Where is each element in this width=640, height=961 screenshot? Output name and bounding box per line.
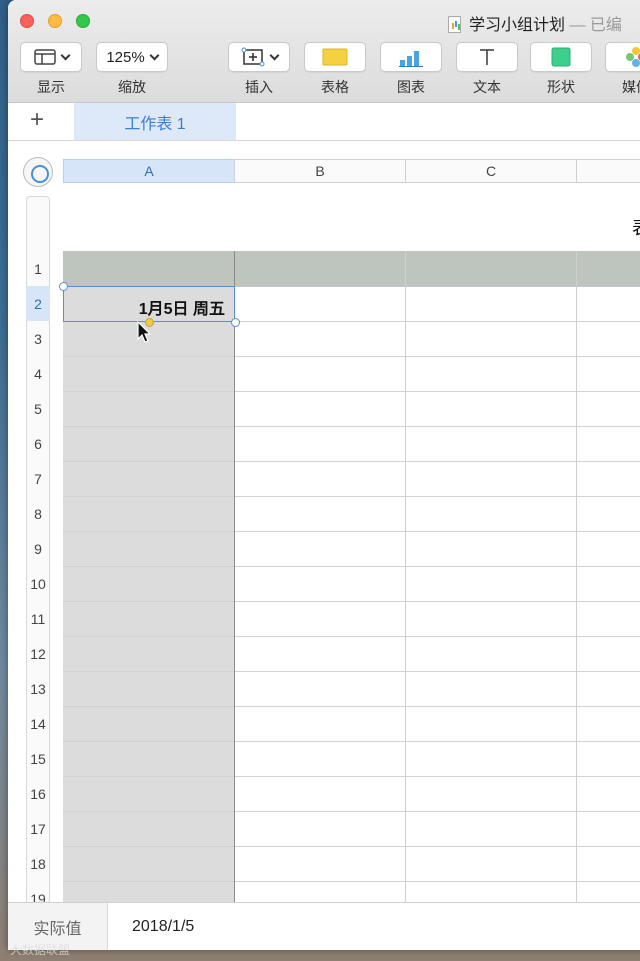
- chart-button[interactable]: [380, 42, 442, 72]
- row-header-18[interactable]: 18: [26, 846, 50, 881]
- formula-bar: 实际值 2018/1/5: [8, 902, 640, 950]
- document-name: 学习小组计划: [469, 17, 566, 34]
- row-line: [63, 741, 640, 742]
- row-header-10[interactable]: 10: [26, 566, 50, 601]
- row-header-5[interactable]: 5: [26, 391, 50, 426]
- row-line: [63, 566, 640, 567]
- shape-button[interactable]: [530, 42, 592, 72]
- column-line: [405, 251, 406, 911]
- chevron-down-icon: [60, 50, 70, 60]
- add-sheet-button[interactable]: +: [30, 108, 44, 132]
- row-header-13[interactable]: 13: [26, 671, 50, 706]
- media-button[interactable]: [605, 42, 640, 72]
- select-table-button[interactable]: [23, 157, 53, 187]
- row-header-1[interactable]: 1: [26, 251, 50, 286]
- row-header-11[interactable]: 11: [26, 601, 50, 636]
- numbers-window: 学习小组计划 — 已编 显示 125% 缩放 插入 表格 图表 文本 形状 媒 …: [8, 0, 640, 950]
- minimize-window-button[interactable]: [48, 14, 62, 28]
- row-header-9[interactable]: 9: [26, 531, 50, 566]
- zoom-value: 125%: [106, 48, 145, 66]
- table-icon: [322, 48, 348, 66]
- column-header-d[interactable]: [576, 159, 640, 183]
- row-header-17[interactable]: 17: [26, 811, 50, 846]
- view-button[interactable]: [20, 42, 82, 72]
- row-header-3[interactable]: 3: [26, 321, 50, 356]
- table-title[interactable]: 表: [632, 214, 640, 240]
- spreadsheet-canvas[interactable]: A B C 表 12345678910111213141516171819 1月…: [8, 141, 640, 917]
- chart-label: 图表: [397, 79, 425, 95]
- row-header-4[interactable]: 4: [26, 356, 50, 391]
- close-window-button[interactable]: [20, 14, 34, 28]
- row-line: [63, 391, 640, 392]
- shape-icon: [551, 47, 571, 67]
- text-icon: [480, 49, 494, 65]
- insert-label: 插入: [245, 79, 273, 95]
- formula-bar-value[interactable]: 2018/1/5: [132, 918, 194, 936]
- row-line: [63, 531, 640, 532]
- mouse-pointer-icon: [137, 321, 152, 343]
- row-line: [63, 881, 640, 882]
- insert-button[interactable]: [228, 42, 290, 72]
- row-line: [63, 706, 640, 707]
- table-button[interactable]: [304, 42, 366, 72]
- active-cell-a2[interactable]: 1月5日 周五: [63, 286, 235, 322]
- zoom-label: 缩放: [118, 79, 146, 95]
- row-line: [63, 601, 640, 602]
- document-title: 学习小组计划 — 已编: [448, 11, 622, 35]
- table[interactable]: 1月5日 周五: [59, 251, 640, 917]
- row-header-7[interactable]: 7: [26, 461, 50, 496]
- row-line: [63, 846, 640, 847]
- row-line: [63, 776, 640, 777]
- text-button[interactable]: [456, 42, 518, 72]
- row-line: [63, 426, 640, 427]
- row-header-8[interactable]: 8: [26, 496, 50, 531]
- table-header-row[interactable]: [63, 251, 640, 286]
- column-header-c[interactable]: C: [405, 159, 577, 183]
- table-label: 表格: [321, 79, 349, 95]
- sidebar-layout-icon: [33, 49, 56, 65]
- column-header-b[interactable]: B: [234, 159, 406, 183]
- insert-icon: [241, 47, 264, 67]
- shape-label: 形状: [547, 79, 575, 95]
- document-status: — 已编: [565, 17, 622, 34]
- row-header-16[interactable]: 16: [26, 776, 50, 811]
- row-line: [63, 811, 640, 812]
- row-line: [63, 671, 640, 672]
- text-label: 文本: [473, 79, 501, 95]
- zoom-select[interactable]: 125%: [96, 42, 168, 72]
- maximize-window-button[interactable]: [76, 14, 90, 28]
- row-header-12[interactable]: 12: [26, 636, 50, 671]
- chevron-down-icon: [149, 50, 160, 60]
- bar-chart-icon: [399, 51, 423, 67]
- sheet-tab-bar: + 工作表 1: [8, 103, 640, 141]
- media-label: 媒体: [622, 79, 640, 95]
- column-header-a[interactable]: A: [63, 159, 235, 183]
- chevron-down-icon: [269, 50, 279, 60]
- row-header-2[interactable]: 2: [26, 286, 50, 321]
- row-line: [63, 496, 640, 497]
- row-line: [63, 636, 640, 637]
- toolbar-area: 学习小组计划 — 已编 显示 125% 缩放 插入 表格 图表 文本 形状 媒: [8, 0, 640, 103]
- numbers-document-icon: [448, 16, 461, 33]
- cell-a2-value: 1月5日 周五: [138, 301, 225, 318]
- selection-handle-top-left[interactable]: [59, 282, 68, 291]
- row-line: [63, 461, 640, 462]
- tab-sheet-1[interactable]: 工作表 1: [74, 103, 236, 140]
- selection-handle-bottom-right[interactable]: [231, 318, 240, 327]
- row-header-14[interactable]: 14: [26, 706, 50, 741]
- view-label: 显示: [37, 79, 65, 95]
- row-header-15[interactable]: 15: [26, 741, 50, 776]
- row-line: [63, 356, 640, 357]
- row-header-6[interactable]: 6: [26, 426, 50, 461]
- watermark: 大数据联盟: [10, 943, 71, 957]
- photos-icon: [626, 47, 640, 67]
- column-line: [234, 251, 235, 911]
- column-line: [576, 251, 577, 911]
